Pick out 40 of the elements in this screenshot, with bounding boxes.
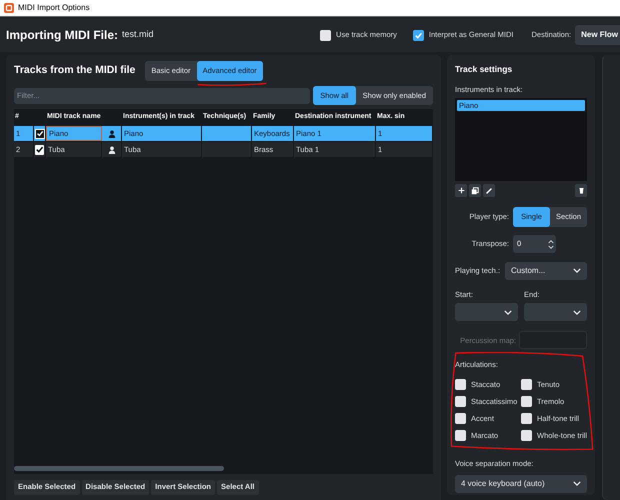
scrollbar[interactable] [14,466,224,471]
delete-button[interactable] [575,184,588,197]
checkbox[interactable] [35,144,44,154]
checkbox[interactable] [455,413,466,424]
import-heading: Importing MIDI File: [6,27,118,44]
trash-icon [578,187,585,194]
annotation-underline [197,81,268,87]
file-name: test.mid [122,28,154,42]
destination-dropdown[interactable]: New Flow [575,25,620,45]
person-icon [108,130,116,138]
table-cell [202,126,252,141]
copy-icon [471,186,479,194]
checkbox[interactable] [455,430,466,442]
table-cell [202,142,252,157]
app-icon [4,3,14,13]
panel-title: Track settings [455,63,514,76]
duplicate-button[interactable] [469,184,481,197]
dropdown[interactable]: Custom... [505,262,588,280]
panel-title: Tracks from the MIDI file [14,63,136,78]
checkbox[interactable] [521,396,532,407]
dropdown[interactable]: 4 voice keyboard (auto) [455,474,588,493]
checkbox[interactable] [521,378,532,390]
checkbox[interactable] [455,396,466,407]
chevron-down-icon [573,268,582,273]
chevron-down-icon [573,481,582,486]
checkbox[interactable] [320,30,332,40]
checkbox[interactable] [521,413,532,424]
checkbox[interactable] [455,378,466,390]
pencil-icon [485,186,493,194]
edit-button[interactable] [483,184,495,197]
checkbox[interactable] [34,128,44,138]
checkbox[interactable] [412,30,424,40]
plus-icon [458,187,464,194]
person-icon [108,146,116,154]
chevron-down-icon [504,310,512,315]
checkbox[interactable] [521,430,532,442]
add-button[interactable] [455,184,467,197]
chevron-down-icon [573,310,582,315]
window-title: MIDI Import Options [18,2,90,14]
spin-arrows-icon [548,238,554,250]
